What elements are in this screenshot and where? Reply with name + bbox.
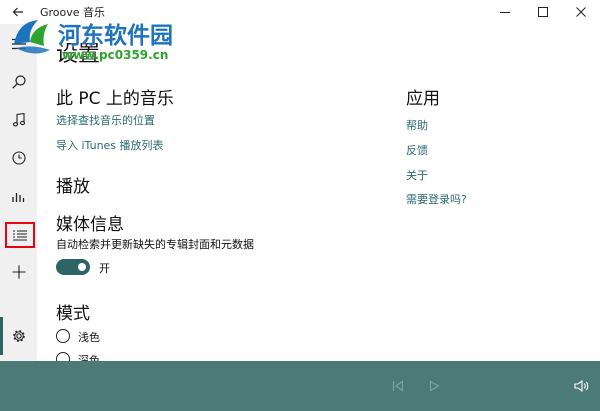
mode-dark-radio[interactable] [56, 352, 70, 361]
now-playing-button[interactable] [5, 222, 35, 248]
back-button[interactable] [0, 0, 36, 24]
mode-light-radio[interactable] [56, 329, 70, 343]
play-icon [429, 380, 440, 392]
media-info-toggle[interactable] [56, 259, 90, 275]
help-link[interactable]: 帮助 [406, 117, 428, 133]
maximize-icon [538, 7, 548, 17]
recent-plays-button[interactable] [0, 140, 37, 176]
playback-heading: 播放 [56, 177, 90, 197]
hamburger-menu-button[interactable] [0, 26, 37, 62]
maximize-button[interactable] [524, 0, 562, 24]
mode-dark-label: 深色 [78, 354, 100, 361]
settings-button[interactable] [0, 318, 37, 354]
close-icon [576, 7, 586, 17]
previous-icon [392, 380, 404, 392]
navigation-sidebar [0, 24, 37, 361]
feedback-link[interactable]: 反馈 [406, 142, 428, 158]
charts-icon [11, 193, 24, 202]
title-bar: Groove 音乐 [0, 0, 600, 24]
player-bar [0, 361, 600, 411]
close-button[interactable] [562, 0, 600, 24]
search-icon [11, 75, 26, 89]
choose-music-location-link[interactable]: 选择查找音乐的位置 [56, 112, 155, 128]
music-on-pc-heading: 此 PC 上的音乐 [56, 89, 174, 109]
about-link[interactable]: 关于 [406, 167, 428, 183]
charts-button[interactable] [0, 178, 37, 214]
sign-in-link[interactable]: 需要登录吗? [406, 191, 467, 207]
window-controls [486, 0, 600, 24]
settings-gear-icon [12, 330, 25, 342]
back-arrow-icon [12, 7, 23, 17]
music-note-icon [12, 113, 25, 127]
media-info-description: 自动检索并更新缺失的专辑封面和元数据 [56, 238, 254, 251]
recent-clock-icon [11, 151, 26, 165]
media-info-toggle-label: 开 [99, 262, 110, 275]
app-heading: 应用 [406, 89, 440, 109]
toggle-knob [78, 263, 86, 271]
now-playing-list-icon [13, 229, 27, 241]
hamburger-menu-icon [11, 38, 26, 50]
add-icon [12, 265, 25, 279]
volume-icon [574, 380, 589, 392]
new-playlist-button[interactable] [0, 254, 37, 290]
page-title: 设置 [56, 42, 101, 67]
app-title: Groove 音乐 [40, 6, 106, 19]
my-music-button[interactable] [0, 102, 37, 138]
previous-button[interactable] [388, 376, 408, 396]
play-button[interactable] [424, 376, 444, 396]
minimize-button[interactable] [486, 0, 524, 24]
settings-page: 设置 此 PC 上的音乐 选择查找音乐的位置 导入 iTunes 播放列表 播放… [37, 24, 600, 361]
mode-heading: 模式 [56, 304, 90, 324]
import-itunes-playlists-link[interactable]: 导入 iTunes 播放列表 [56, 137, 164, 153]
mode-light-label: 浅色 [78, 331, 100, 344]
minimize-icon [500, 12, 510, 13]
search-button[interactable] [0, 64, 37, 100]
volume-button[interactable] [572, 376, 592, 396]
media-info-heading: 媒体信息 [56, 215, 124, 235]
